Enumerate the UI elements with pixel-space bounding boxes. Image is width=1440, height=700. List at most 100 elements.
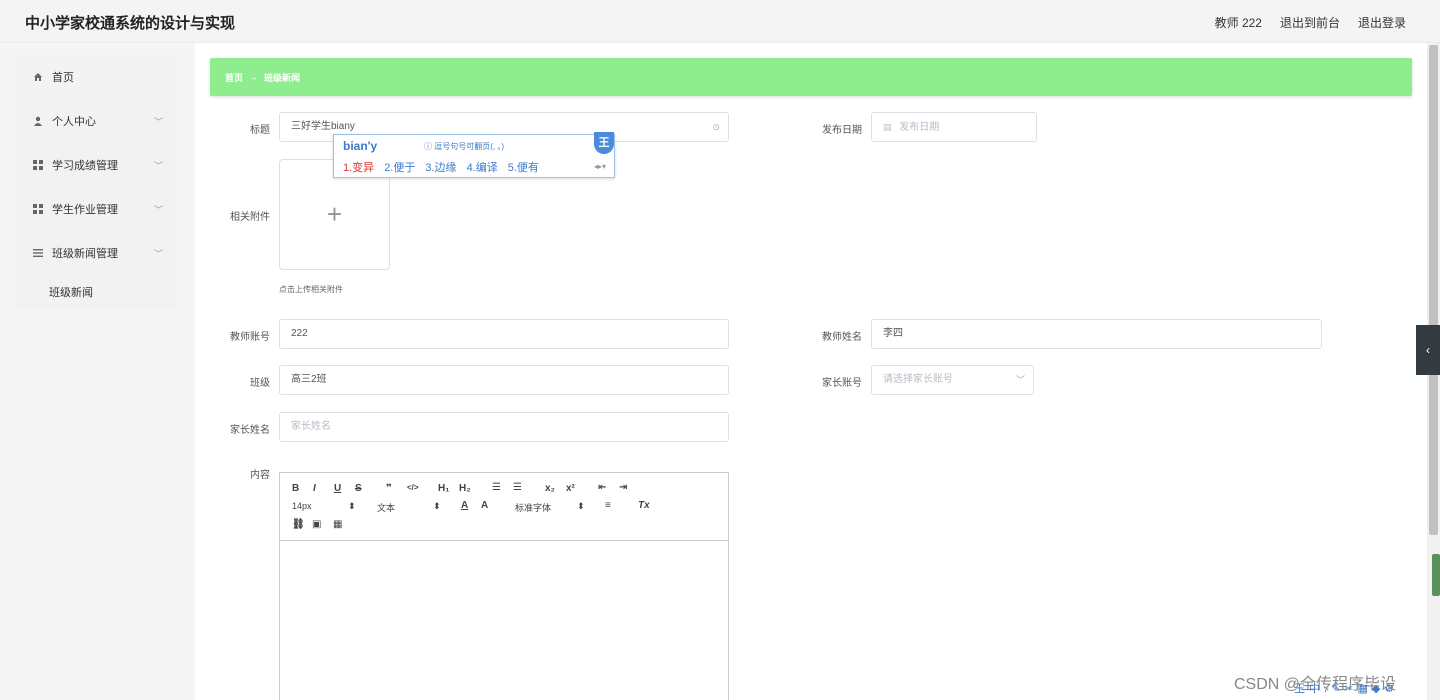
sidebar-item-class-news[interactable]: 班级新闻管理 ﹀ xyxy=(15,231,175,275)
list-icon xyxy=(32,247,44,259)
sidebar-item-label: 学生作业管理 xyxy=(52,204,118,216)
superscript-button[interactable]: x² xyxy=(566,483,575,494)
underline-button[interactable]: U xyxy=(334,483,341,494)
parent-account-placeholder: 请选择家长账号 xyxy=(883,374,953,385)
class-input[interactable]: 高三2班 xyxy=(279,365,729,395)
ime-badge: 王 xyxy=(594,132,614,154)
ime-candidate[interactable]: 5.便有 xyxy=(508,159,539,175)
strike-button[interactable]: S xyxy=(355,483,362,494)
font-size-select[interactable]: 14px xyxy=(292,501,312,511)
sidebar-item-grades[interactable]: 学习成绩管理 ﹀ xyxy=(15,143,175,187)
sidebar-item-label: 学习成绩管理 xyxy=(52,160,118,172)
grid-icon xyxy=(32,203,44,215)
header-links: 教师 222 退出到前台 退出登录 xyxy=(1215,14,1406,31)
calendar-icon: ▤ xyxy=(883,122,892,132)
h1-button[interactable]: H₁ xyxy=(438,483,449,494)
sidebar-subitem-class-news[interactable]: 班级新闻 xyxy=(15,277,175,310)
breadcrumb-arrow-icon: → xyxy=(249,72,259,82)
logout-link[interactable]: 退出登录 xyxy=(1358,14,1406,31)
attachment-label: 相关附件 xyxy=(230,212,270,223)
breadcrumb-home[interactable]: 首页 xyxy=(225,71,243,84)
sidebar-item-label: 班级新闻管理 xyxy=(52,248,118,260)
subscript-button[interactable]: x₂ xyxy=(545,483,555,494)
chevron-down-icon: ﹀ xyxy=(1015,375,1025,385)
ime-status-bar[interactable]: 王 中 , ✎ ✂ ▦ ◆ ⚙ xyxy=(1294,678,1434,698)
ime-punct-icon: , xyxy=(1324,682,1328,694)
chevron-updown-icon: ⬍ xyxy=(433,501,441,511)
ime-tools-icon: ✂ xyxy=(1344,682,1354,695)
font-color-icon[interactable]: A xyxy=(461,500,468,511)
ime-page-arrows-icon[interactable]: ◂▸▾ xyxy=(594,162,606,171)
date-picker[interactable]: ▤ 发布日期 xyxy=(871,112,1037,142)
parent-account-select[interactable]: 请选择家长账号 ﹀ xyxy=(871,365,1034,395)
ime-candidate[interactable]: 1.变异 xyxy=(343,159,374,175)
ime-pen-icon: ✎ xyxy=(1331,682,1341,695)
class-label: 班级 xyxy=(250,378,270,389)
user-icon xyxy=(32,115,44,127)
date-label: 发布日期 xyxy=(822,125,862,136)
chevron-down-icon: ﹀ xyxy=(153,160,163,171)
upload-hint: 点击上传相关附件 xyxy=(279,285,343,294)
chevron-updown-icon: ⬍ xyxy=(577,501,585,511)
ime-candidate[interactable]: 2.便于 xyxy=(384,159,415,175)
chevron-down-icon: ﹀ xyxy=(153,248,163,259)
ime-keyboard-icon: ▦ xyxy=(1357,682,1368,695)
text-type-select[interactable]: 文本 xyxy=(377,501,395,514)
ime-candidate[interactable]: 4.编译 xyxy=(467,159,498,175)
align-icon[interactable]: ≡ xyxy=(605,500,611,511)
editor-toolbar: B I U S ❞ </> H₁ H₂ ☰ ☰ x₂ x² ⇤ ⇥ 14px ⬍… xyxy=(280,473,728,541)
code-icon[interactable]: </> xyxy=(407,483,419,492)
sidebar-item-home[interactable]: 首页 xyxy=(15,55,175,99)
editor-body[interactable] xyxy=(280,541,728,700)
video-icon[interactable]: ▦ xyxy=(333,519,342,530)
content-label: 内容 xyxy=(250,470,270,481)
parent-name-label: 家长姓名 xyxy=(230,425,270,436)
title-input-value: 三好学生biany xyxy=(291,121,355,132)
italic-button[interactable]: I xyxy=(313,483,316,494)
quote-icon[interactable]: ❞ xyxy=(386,483,392,494)
clear-format-icon[interactable]: Tx xyxy=(638,500,650,511)
parent-account-label: 家长账号 xyxy=(822,378,862,389)
collapse-panel-tab[interactable]: ‹ xyxy=(1416,325,1440,375)
ime-candidate-window: bian'y ⓘ 逗号句号可翻页(, 。) 1.变异 2.便于 3.边缘 4.编… xyxy=(333,132,615,178)
chevron-down-icon: ﹀ xyxy=(153,204,163,215)
image-icon[interactable]: ▣ xyxy=(312,519,321,530)
bullet-list-icon[interactable]: ☰ xyxy=(513,482,522,493)
title-label: 标题 xyxy=(250,125,270,136)
clear-icon[interactable]: ⊙ xyxy=(712,113,720,141)
sidebar-item-profile[interactable]: 个人中心 ﹀ xyxy=(15,99,175,143)
ime-pinyin: bian'y xyxy=(343,139,378,153)
parent-name-input[interactable]: 家长姓名 xyxy=(279,412,729,442)
font-family-select[interactable]: 标准字体 xyxy=(515,501,551,514)
sidebar-item-homework[interactable]: 学生作业管理 ﹀ xyxy=(15,187,175,231)
background-color-icon[interactable]: A xyxy=(481,500,488,511)
link-icon[interactable]: ⛓ xyxy=(292,519,305,530)
chevron-left-icon: ‹ xyxy=(1426,343,1430,357)
chevron-updown-icon: ⬍ xyxy=(348,501,356,511)
ime-candidates: 1.变异 2.便于 3.边缘 4.编译 5.便有 xyxy=(343,159,539,175)
ime-skin-icon: ◆ xyxy=(1371,682,1381,695)
exit-to-front-link[interactable]: 退出到前台 xyxy=(1280,14,1340,31)
scrollbar-thumb[interactable] xyxy=(1429,45,1438,535)
home-icon xyxy=(32,71,44,83)
grid-icon xyxy=(32,159,44,171)
teacher-name-label: 教师姓名 xyxy=(822,332,862,343)
breadcrumb-current: 班级新闻 xyxy=(264,72,301,83)
chevron-down-icon: ﹀ xyxy=(153,116,163,127)
sidebar-item-label: 首页 xyxy=(52,72,74,84)
ime-candidate[interactable]: 3.边缘 xyxy=(425,159,456,175)
sidebar: 首页 个人中心 ﹀ 学习成绩管理 ﹀ 学生作业管理 ﹀ 班级新闻管理 ﹀ 班级新… xyxy=(15,55,175,310)
ordered-list-icon[interactable]: ☰ xyxy=(492,482,501,493)
top-header: 中小学家校通系统的设计与实现 教师 222 退出到前台 退出登录 xyxy=(0,0,1440,43)
h2-button[interactable]: H₂ xyxy=(459,483,471,494)
teacher-name-input[interactable]: 李四 xyxy=(871,319,1322,349)
outdent-icon[interactable]: ⇤ xyxy=(598,482,606,493)
teacher-account-input[interactable]: 222 xyxy=(279,319,729,349)
breadcrumb: 首页 → 班级新闻 xyxy=(210,58,1412,96)
ime-tip: ⓘ 逗号句号可翻页(, 。) xyxy=(424,142,504,151)
side-widget[interactable] xyxy=(1432,554,1440,596)
ime-logo-icon: 王 xyxy=(1294,683,1305,695)
rich-text-editor: B I U S ❞ </> H₁ H₂ ☰ ☰ x₂ x² ⇤ ⇥ 14px ⬍… xyxy=(279,472,729,700)
indent-icon[interactable]: ⇥ xyxy=(619,482,627,493)
bold-button[interactable]: B xyxy=(292,483,299,494)
